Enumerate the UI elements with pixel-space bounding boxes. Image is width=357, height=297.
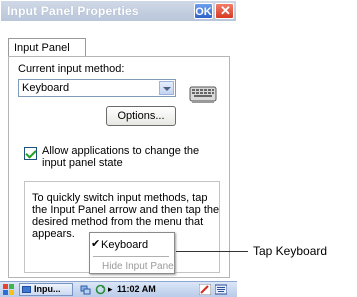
menu-item-keyboard[interactable]: ✔ Keyboard	[91, 238, 171, 252]
callout-label: Tap Keyboard	[253, 244, 328, 258]
menu-item-keyboard-label: Keyboard	[101, 239, 149, 251]
ok-button[interactable]: OK	[194, 3, 213, 19]
window-title: Input Panel Properties	[7, 4, 139, 18]
chevron-down-icon[interactable]	[159, 81, 174, 95]
input-method-label: Current input method:	[18, 63, 125, 75]
allow-apps-label[interactable]: Allow applications to change the input p…	[42, 145, 222, 169]
taskbar: Inpu... ▸ 11:02 AM	[0, 281, 237, 297]
title-bar: Input Panel Properties OK ✕	[1, 1, 236, 21]
network-icon[interactable]	[80, 284, 91, 295]
taskbar-app-button[interactable]: Inpu...	[19, 283, 73, 296]
sync-icon[interactable]	[95, 284, 106, 295]
taskbar-app-label: Inpu...	[34, 284, 61, 294]
clock[interactable]: 11:02 AM	[117, 282, 156, 296]
pocket-pc-screen: Input Panel Properties OK ✕ Input Panel …	[0, 0, 237, 297]
callout-line	[176, 251, 248, 252]
tab-input-panel[interactable]: Input Panel	[8, 38, 86, 57]
pen-icon[interactable]	[199, 284, 211, 295]
options-button[interactable]: Options...	[106, 106, 176, 126]
window-icon	[22, 286, 31, 293]
checkmark-icon: ✔	[91, 238, 101, 250]
tray-arrow-icon[interactable]: ▸	[108, 282, 113, 296]
input-panel-icon[interactable]	[215, 284, 227, 295]
keyboard-icon	[189, 86, 217, 103]
menu-item-hide-input-panel: Hide Input Panel	[102, 261, 176, 272]
windows-start-icon[interactable]	[3, 284, 14, 295]
input-method-value: Keyboard	[22, 82, 70, 94]
input-method-select[interactable]: Keyboard	[18, 79, 176, 97]
menu-separator	[93, 256, 169, 257]
close-icon: ✕	[220, 3, 231, 18]
close-button[interactable]: ✕	[215, 3, 234, 19]
allow-apps-checkbox[interactable]	[24, 147, 37, 160]
